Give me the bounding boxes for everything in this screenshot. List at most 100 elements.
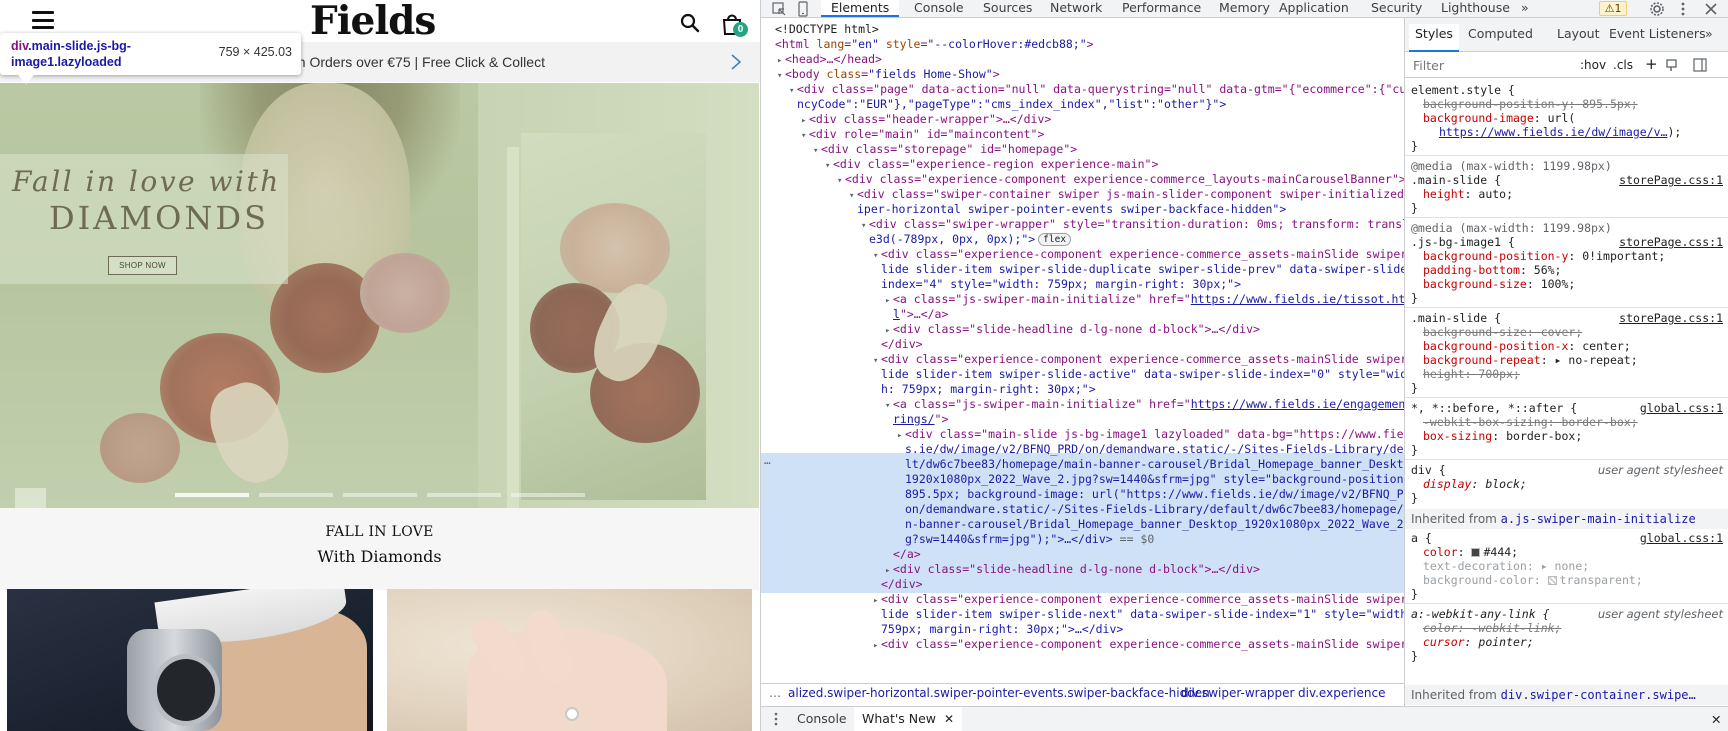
shop-now-button[interactable]: SHOP NOW bbox=[108, 256, 177, 275]
tree-experience-region[interactable]: ▾ <div class="experience-region experienc… bbox=[761, 157, 1404, 172]
product-tile-ring[interactable] bbox=[387, 589, 752, 731]
close-drawer-icon[interactable]: ✕ bbox=[1711, 712, 1721, 727]
tab-performance[interactable]: Performance bbox=[1122, 0, 1201, 17]
css-selector[interactable]: .main-slide { bbox=[1411, 173, 1501, 187]
sidebar-toggle-icon[interactable] bbox=[1693, 58, 1707, 72]
color-swatch[interactable] bbox=[1547, 576, 1557, 585]
css-url-value[interactable]: https://www.fields.ie/dw/image/v…); bbox=[1439, 125, 1681, 139]
close-icon[interactable] bbox=[1703, 1, 1719, 17]
tree-slide-more[interactable]: ▸ <div class="experience-component experi… bbox=[761, 637, 1404, 652]
css-source-link[interactable]: global.css:1 bbox=[1640, 401, 1723, 415]
css-declaration[interactable]: background-repeat: ▸ no-repeat; bbox=[1423, 353, 1638, 367]
color-swatch[interactable] bbox=[1471, 548, 1481, 557]
menu-icon[interactable] bbox=[32, 11, 54, 29]
css-declaration[interactable]: background-size: cover; bbox=[1423, 325, 1582, 339]
engagement-rings-link[interactable]: https://www.fields.ie/engagement- bbox=[1191, 397, 1404, 411]
css-declaration[interactable]: cursor: pointer; bbox=[1423, 635, 1534, 649]
drawer-tab-console[interactable]: Console bbox=[797, 711, 847, 726]
tree-body[interactable]: ▾ <body class="fields Home-Show"> bbox=[761, 67, 1404, 82]
carousel-dot[interactable] bbox=[343, 493, 417, 497]
tree-header-wrapper[interactable]: ▸ <div class="header-wrapper">…</div> bbox=[761, 112, 1404, 127]
tree-a-rings[interactable]: ▾ <a class="js-swiper-main-initialize" hr… bbox=[761, 397, 1404, 412]
css-declaration[interactable]: text-decoration: ▸ none; bbox=[1423, 559, 1589, 573]
carousel-dot[interactable] bbox=[259, 493, 333, 497]
css-declaration[interactable]: background-position-y: 0!important; bbox=[1423, 249, 1665, 263]
tree-slide-headline[interactable]: ▸ <div class="slide-headline d-lg-none d-… bbox=[761, 322, 1404, 337]
tab-styles[interactable]: Styles bbox=[1409, 24, 1459, 52]
css-declaration[interactable]: background-size: 100%; bbox=[1423, 277, 1575, 291]
tree-main[interactable]: ▾ <div role="main" id="maincontent"> bbox=[761, 127, 1404, 142]
tissot-link[interactable]: https://www.fields.ie/tissot.htm bbox=[1191, 292, 1404, 306]
chevron-right-icon[interactable] bbox=[729, 53, 743, 71]
tab-event-listeners[interactable]: Event Listeners bbox=[1609, 26, 1706, 41]
tab-layout[interactable]: Layout bbox=[1557, 26, 1600, 41]
css-declaration[interactable]: height: 700px; bbox=[1423, 367, 1520, 381]
breadcrumb-item[interactable]: div.experience bbox=[1298, 686, 1385, 700]
more-tabs-button[interactable]: » bbox=[1521, 0, 1529, 17]
tree-head[interactable]: ▸ <head>…</head> bbox=[761, 52, 1404, 67]
css-declaration[interactable]: background-position-y: 895.5px; bbox=[1423, 97, 1638, 111]
css-declaration[interactable]: height: auto; bbox=[1423, 187, 1513, 201]
css-selector[interactable]: div { bbox=[1411, 463, 1446, 477]
inspect-element-icon[interactable] bbox=[771, 1, 787, 17]
css-selector[interactable]: a { bbox=[1411, 531, 1432, 545]
css-declaration[interactable]: color: #444; bbox=[1423, 545, 1518, 559]
tab-sources[interactable]: Sources bbox=[983, 0, 1032, 17]
css-source-link[interactable]: storePage.css:1 bbox=[1619, 235, 1723, 249]
css-declaration[interactable]: color: -webkit-link; bbox=[1423, 621, 1561, 635]
paint-bucket-icon[interactable] bbox=[1665, 58, 1679, 72]
promo-text[interactable]: on Orders over €75 | Free Click & Collec… bbox=[290, 54, 545, 70]
inherited-selector-link[interactable]: div.swiper-container.swipe… bbox=[1501, 688, 1696, 702]
close-icon[interactable]: ✕ bbox=[944, 712, 954, 726]
css-declaration[interactable]: background-color: transparent; bbox=[1423, 573, 1643, 587]
search-icon[interactable] bbox=[680, 13, 700, 33]
tree-selected-node[interactable]: ▸ <div class="main-slide js-bg-image1 laz… bbox=[761, 427, 1404, 442]
css-selector[interactable]: .main-slide { bbox=[1411, 311, 1501, 325]
tab-console[interactable]: Console bbox=[914, 0, 964, 17]
site-logo[interactable]: Fields bbox=[310, 0, 436, 44]
drawer-tab-whats-new[interactable]: What's New ✕ bbox=[854, 707, 963, 731]
breadcrumb-overflow[interactable]: … bbox=[769, 686, 781, 700]
tree-carousel-banner[interactable]: ▾ <div class="experience-component experi… bbox=[761, 172, 1404, 187]
hov-toggle[interactable]: :hov bbox=[1580, 58, 1606, 72]
tab-security[interactable]: Security bbox=[1371, 0, 1422, 17]
css-declaration[interactable]: background-position-x: center; bbox=[1423, 339, 1631, 353]
tree-a-tissot[interactable]: ▸ <a class="js-swiper-main-initialize" hr… bbox=[761, 292, 1404, 307]
css-selector[interactable]: *, *::before, *::after { bbox=[1411, 401, 1577, 415]
css-declaration[interactable]: -webkit-box-sizing: border-box; bbox=[1423, 415, 1638, 429]
tree-page-div[interactable]: ▾ <div class="page" data-action="null" da… bbox=[761, 82, 1404, 97]
tree-swiper-container[interactable]: ▾ <div class="swiper-container swiper js-… bbox=[761, 187, 1404, 202]
breadcrumb-item[interactable]: alized.swiper-horizontal.swiper-pointer-… bbox=[788, 686, 1210, 700]
tab-computed[interactable]: Computed bbox=[1468, 26, 1533, 41]
carousel-dot[interactable] bbox=[175, 493, 249, 497]
css-source-link[interactable]: storePage.css:1 bbox=[1619, 311, 1723, 325]
gear-icon[interactable] bbox=[1649, 1, 1665, 17]
tree-storepage[interactable]: ▾ <div class="storepage" id="homepage"> bbox=[761, 142, 1404, 157]
tree-slide-prev[interactable]: ▾ <div class="experience-component experi… bbox=[761, 247, 1404, 262]
tree-swiper-wrapper[interactable]: ▾ <div class="swiper-wrapper" style="tran… bbox=[761, 217, 1404, 232]
css-declaration[interactable]: padding-bottom: 56%; bbox=[1423, 263, 1561, 277]
tree-doctype[interactable]: <!DOCTYPE html> bbox=[761, 22, 1404, 37]
tab-lighthouse[interactable]: Lighthouse bbox=[1441, 0, 1510, 17]
styles-filter-input[interactable] bbox=[1407, 56, 1557, 74]
drawer-menu-icon[interactable] bbox=[774, 712, 778, 726]
tree-slide-headline-2[interactable]: ▸ <div class="slide-headline d-lg-none d-… bbox=[761, 562, 1404, 577]
device-toolbar-icon[interactable] bbox=[795, 1, 811, 17]
cls-toggle[interactable]: .cls bbox=[1613, 58, 1633, 72]
tree-html[interactable]: <html lang="en" style="--colorHover:#edc… bbox=[761, 37, 1404, 52]
element-style-selector[interactable]: element.style { bbox=[1411, 83, 1515, 97]
tab-memory[interactable]: Memory bbox=[1219, 0, 1270, 17]
warnings-badge[interactable]: ⚠1 bbox=[1599, 1, 1627, 16]
tab-application[interactable]: Application bbox=[1279, 0, 1349, 17]
css-source-link[interactable]: global.css:1 bbox=[1640, 531, 1723, 545]
css-selector[interactable]: .js-bg-image1 { bbox=[1411, 235, 1515, 249]
hero-banner[interactable]: Fall in love with DIAMONDS SHOP NOW bbox=[0, 83, 759, 508]
kebab-menu-icon[interactable] bbox=[1675, 1, 1691, 17]
breadcrumb-item[interactable]: div.swiper-wrapper bbox=[1181, 686, 1294, 700]
css-declaration[interactable]: display: block; bbox=[1423, 477, 1527, 491]
css-declaration[interactable]: background-image: url( bbox=[1423, 111, 1575, 125]
inherited-selector-link[interactable]: a.js-swiper-main-initialize bbox=[1501, 512, 1696, 526]
flex-badge[interactable]: flex bbox=[1038, 233, 1072, 246]
carousel-dot[interactable] bbox=[427, 493, 501, 497]
tree-slide-next[interactable]: ▸ <div class="experience-component experi… bbox=[761, 592, 1404, 607]
